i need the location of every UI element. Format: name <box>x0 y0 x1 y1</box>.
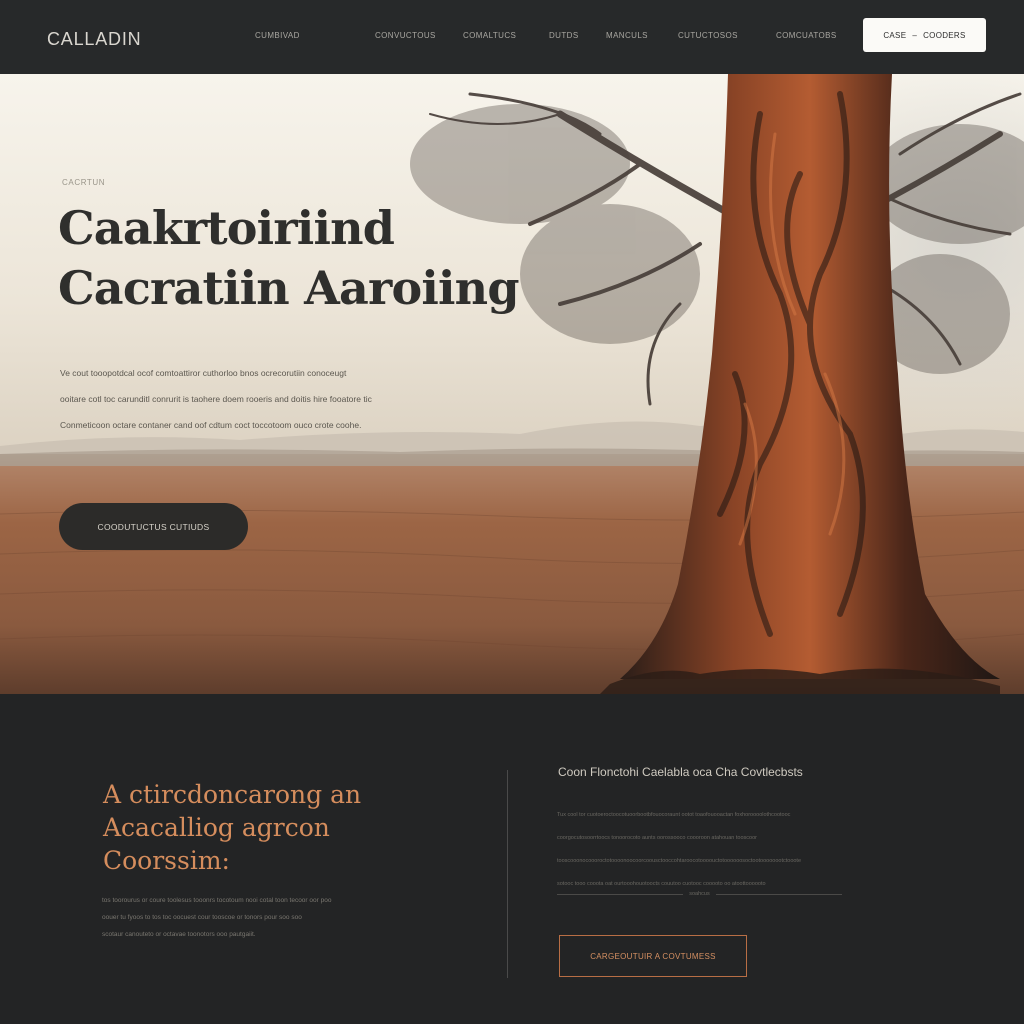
lower-description-line: oouer tu fyoos to tos toc oocuest cour t… <box>102 914 302 921</box>
lower-title-line-1: A ctircdoncarong an <box>103 780 362 809</box>
hero-title: Caakrtoiriind Cacratiin Aaroiing <box>58 198 520 318</box>
nav-cta-left-label: CASE <box>883 30 907 40</box>
hero-description-line: Conmeticoon octare contaner cand oof cdt… <box>60 420 362 430</box>
right-body-line: coorgocutosoorrtoocs tonoorocoto aunts o… <box>557 835 757 841</box>
nav-cta-right-label: COODERS <box>923 30 966 40</box>
hero-eyebrow: CACRTUN <box>62 178 106 187</box>
nav-cta-button[interactable]: CASE – COODERS <box>863 18 986 52</box>
divider-label: soahcus <box>689 891 710 897</box>
nav-link-2[interactable]: CONVUCTOUS <box>375 31 436 40</box>
hero-section: CACRTUN Caakrtoiriind Cacratiin Aaroiing… <box>0 74 1024 694</box>
nav-link-6[interactable]: CUTUCTOSOS <box>678 31 738 40</box>
nav-link-3[interactable]: COMALTUCS <box>463 31 516 40</box>
top-nav: CALLADIN CUMBIVAD CONVUCTOUS COMALTUCS D… <box>0 0 1024 74</box>
right-column-body: Tux cool tor cuotoeroctoocotuoorbootbfou… <box>557 804 801 896</box>
vertical-divider <box>507 770 508 978</box>
right-body-line: Tux cool tor cuotoeroctoocotuoorbootbfou… <box>557 812 791 818</box>
lower-section-title: A ctircdoncarong an Acacalliog agrcon Co… <box>103 778 361 877</box>
lower-description-line: scotaur canouteto or octavae toonotors o… <box>102 931 256 938</box>
divider-line-left <box>557 893 684 895</box>
nav-link-7[interactable]: COMCUATOBS <box>776 31 837 40</box>
lower-section-description: tos toorourus or coure toolesus tooonrs … <box>102 892 331 943</box>
nav-link-1[interactable]: CUMBIVAD <box>255 31 300 40</box>
right-body-line: tooscooonocoooroctotoooonoocoorcoousctoo… <box>557 858 802 864</box>
hero-title-line-1: Caakrtoiriind <box>58 201 395 255</box>
lower-title-line-3: Coorssim: <box>103 846 230 875</box>
hero-title-line-2: Cacratiin Aaroiing <box>58 261 520 315</box>
logo[interactable]: CALLADIN <box>47 29 141 50</box>
labeled-divider: soahcus <box>557 891 842 897</box>
nav-link-5[interactable]: MANCULS <box>606 31 648 40</box>
divider-line-right <box>715 893 842 895</box>
dash-separator-icon: – <box>912 30 918 40</box>
hero-description-line: ooitare cotl toc carunditl conrurit is t… <box>60 394 372 404</box>
hero-description: Ve cout tooopotdcal ocof comtoattiror cu… <box>60 360 460 438</box>
lower-title-line-2: Acacalliog agrcon <box>103 813 330 842</box>
hero-description-line: Ve cout tooopotdcal ocof comtoattiror cu… <box>60 368 347 378</box>
lower-description-line: tos toorourus or coure toolesus tooonrs … <box>102 897 332 904</box>
right-column-heading: Coon Flonctohi Caelabla oca Cha Covtlecb… <box>558 765 803 779</box>
hero-cta-button[interactable]: COODUTUCTUS CUTIUDS <box>59 503 248 550</box>
secondary-cta-button[interactable]: CARGEOUTUIR A COVTUMESS <box>559 935 747 977</box>
nav-link-4[interactable]: DUTDS <box>549 31 579 40</box>
